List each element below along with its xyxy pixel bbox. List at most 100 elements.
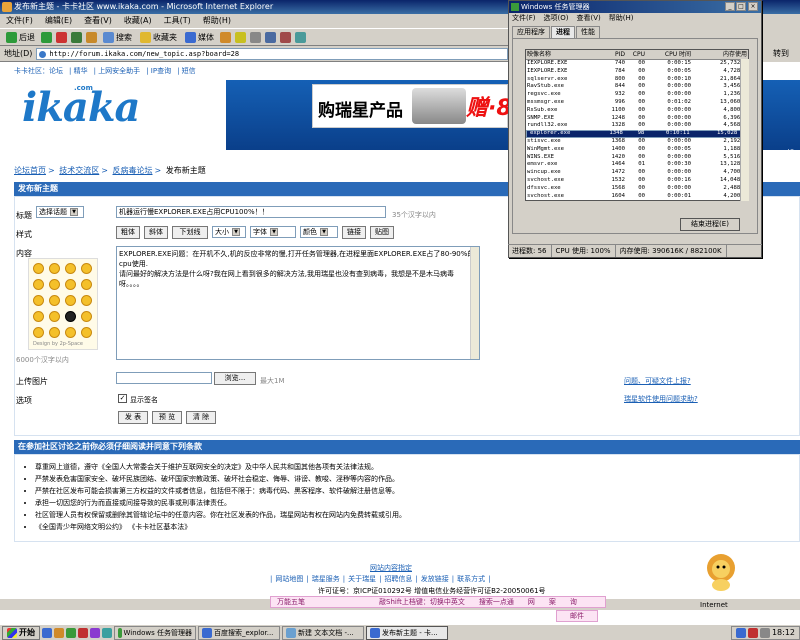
- mail-icon[interactable]: [235, 31, 246, 43]
- process-row[interactable]: RsSub.exe 1100 00 0:00:00 4,800 K: [526, 107, 748, 115]
- ime-item-2[interactable]: 案: [549, 597, 556, 607]
- desktop-quicklaunch-icon[interactable]: [54, 627, 64, 638]
- browse-button[interactable]: 浏览...: [214, 372, 256, 385]
- emoji-wink-icon[interactable]: [65, 263, 76, 274]
- stop-icon[interactable]: [56, 31, 67, 43]
- col-mem[interactable]: 内存使用: [692, 50, 748, 59]
- task-baidu[interactable]: 百度搜索_explor...: [198, 625, 280, 640]
- menu-help[interactable]: 帮助(H): [203, 16, 231, 25]
- col-image-name[interactable]: 映像名称: [526, 50, 604, 59]
- emoji-shock-icon[interactable]: [65, 279, 76, 290]
- emoji-love-icon[interactable]: [65, 295, 76, 306]
- help-link[interactable]: 帮助: [786, 148, 800, 170]
- minimize-icon[interactable]: _: [725, 2, 735, 11]
- process-row[interactable]: RavStub.exe 844 00 0:00:00 3,456 K: [526, 83, 748, 91]
- menu-edit[interactable]: 编辑(E): [45, 16, 72, 25]
- emoji-smile-icon[interactable]: [33, 263, 44, 274]
- refresh-icon[interactable]: [71, 31, 82, 43]
- process-row[interactable]: svchost.exe 1532 00 0:00:16 14,048 K: [526, 177, 748, 185]
- emoji-dizzy-icon[interactable]: [49, 327, 60, 338]
- topic-select[interactable]: 选择话题 ▼: [36, 206, 84, 218]
- content-scrollbar[interactable]: [470, 247, 479, 359]
- favorites-button[interactable]: 收藏夹: [138, 30, 179, 44]
- emoji-question-icon[interactable]: [33, 311, 44, 322]
- clear-button[interactable]: 清 除: [186, 411, 216, 424]
- emoji-angry-icon[interactable]: [49, 279, 60, 290]
- italic-button[interactable]: 斜体: [144, 226, 168, 239]
- ime-name[interactable]: 万能五笔: [277, 597, 305, 607]
- menu-view[interactable]: 查看(V): [84, 16, 112, 25]
- footer-guide-link[interactable]: 网站内容指定: [370, 563, 412, 573]
- emoji-sleep-icon[interactable]: [81, 295, 92, 306]
- topnav-digest[interactable]: 精华: [74, 67, 88, 75]
- tab-applications[interactable]: 应用程序: [512, 26, 550, 38]
- topnav-ip-query[interactable]: IP查询: [151, 67, 171, 75]
- taskmgr-menu-help[interactable]: 帮助(H): [609, 14, 634, 22]
- col-cpu[interactable]: CPU: [626, 50, 646, 59]
- forward-arrow-icon[interactable]: [41, 31, 52, 43]
- emoji-grin-icon[interactable]: [81, 263, 92, 274]
- go-button[interactable]: 转到: [762, 48, 800, 59]
- color-select[interactable]: 颜色 ▼: [300, 226, 338, 238]
- size-select[interactable]: 大小 ▼: [212, 226, 246, 238]
- process-row[interactable]: sqlservr.exe 800 00 0:00:10 21,864 K: [526, 76, 748, 84]
- task-taskmgr[interactable]: Windows 任务管理器: [114, 625, 196, 640]
- process-row[interactable]: WINS.EXE 1420 00 0:00:00 5,516 K: [526, 154, 748, 162]
- process-row[interactable]: explorer.exe 1348 98 0:10:11 15,028 K: [526, 130, 748, 138]
- address-input[interactable]: http://forum.ikaka.com/new_topic.asp?boa…: [36, 47, 508, 60]
- process-row[interactable]: IEXPLORE.EXE 784 00 0:00:05 4,728 K: [526, 68, 748, 76]
- breadcrumb-home[interactable]: 论坛首页: [14, 166, 46, 175]
- bold-button[interactable]: 粗体: [116, 226, 140, 239]
- emoji-sweat-icon[interactable]: [49, 311, 60, 322]
- topnav-assistant[interactable]: 上网安全助手: [98, 67, 140, 75]
- home-icon[interactable]: [86, 31, 97, 43]
- process-row[interactable]: SNMP.EXE 1248 00 0:00:00 6,396 K: [526, 115, 748, 123]
- emoji-happy-icon[interactable]: [65, 327, 76, 338]
- content-textarea[interactable]: EXPLORER.EXE问题：在开机不久,机的反应非常的慢,打开任务管理器,在进…: [116, 246, 480, 360]
- close-icon[interactable]: ×: [748, 2, 758, 11]
- media-quicklaunch-icon[interactable]: [90, 627, 100, 638]
- antivirus-tray-icon[interactable]: [747, 627, 758, 638]
- history-icon[interactable]: [220, 31, 231, 43]
- process-row[interactable]: stisvc.exe 1368 00 0:00:00 2,192 K: [526, 138, 748, 146]
- emoji-cry-icon[interactable]: [33, 279, 44, 290]
- link-button[interactable]: 链接: [342, 226, 366, 239]
- underline-button[interactable]: 下划线: [172, 226, 208, 239]
- emoji-kiss-icon[interactable]: [81, 311, 92, 322]
- process-row[interactable]: svchost.exe 1604 00 0:00:01 4,200 K: [526, 193, 748, 200]
- menu-favorites[interactable]: 收藏(A): [124, 16, 152, 25]
- taskmgr-menu-options[interactable]: 选项(O): [544, 14, 569, 22]
- emoji-cool-icon[interactable]: [81, 279, 92, 290]
- notice-item[interactable]: 《全国青少年网络文明公约》 《卡卡社区基本法》: [35, 521, 799, 533]
- back-button[interactable]: 后退: [4, 30, 37, 44]
- ime-item-1[interactable]: 网: [528, 597, 535, 607]
- topnav-message[interactable]: 短信: [182, 67, 196, 75]
- emoji-blush-icon[interactable]: [81, 327, 92, 338]
- col-pid[interactable]: PID: [604, 50, 626, 59]
- footer-contact[interactable]: 联系方式: [457, 575, 485, 583]
- media-button[interactable]: 媒体: [183, 30, 216, 44]
- process-list-scrollbar[interactable]: [740, 59, 749, 201]
- volume-icon[interactable]: [759, 627, 770, 638]
- help-request-link[interactable]: 瑞星软件使用问题求助?: [624, 394, 698, 404]
- process-row[interactable]: dfssvc.exe 1568 00 0:00:00 2,488 K: [526, 185, 748, 193]
- footer-service[interactable]: 瑞星服务: [312, 575, 340, 583]
- network-icon[interactable]: [735, 627, 746, 638]
- process-row[interactable]: mssmsgr.exe 996 00 0:01:02 13,060 K: [526, 99, 748, 107]
- footer-sitemap[interactable]: 网站地图: [275, 575, 303, 583]
- preview-button[interactable]: 预 览: [152, 411, 182, 424]
- emoji-tongue-icon[interactable]: [49, 295, 60, 306]
- qq-quicklaunch-icon[interactable]: [102, 627, 112, 638]
- submit-button[interactable]: 发 表: [118, 411, 148, 424]
- menu-tools[interactable]: 工具(T): [164, 16, 191, 25]
- process-row[interactable]: rundll32.exe 1328 00 0:00:00 4,568 K: [526, 122, 748, 130]
- footer-links-exchange[interactable]: 发放链接: [421, 575, 449, 583]
- breadcrumb-antivirus[interactable]: 反病毒论坛: [113, 166, 153, 175]
- taskmgr-menu-file[interactable]: 文件(F): [512, 14, 536, 22]
- edit-icon[interactable]: [265, 31, 276, 43]
- search-button[interactable]: 搜索: [101, 30, 134, 44]
- task-notepad[interactable]: 新建 文本文档 -...: [282, 625, 364, 640]
- maximize-icon[interactable]: □: [736, 2, 746, 11]
- footer-about[interactable]: 关于瑞星: [348, 575, 376, 583]
- discuss-icon[interactable]: [280, 31, 291, 43]
